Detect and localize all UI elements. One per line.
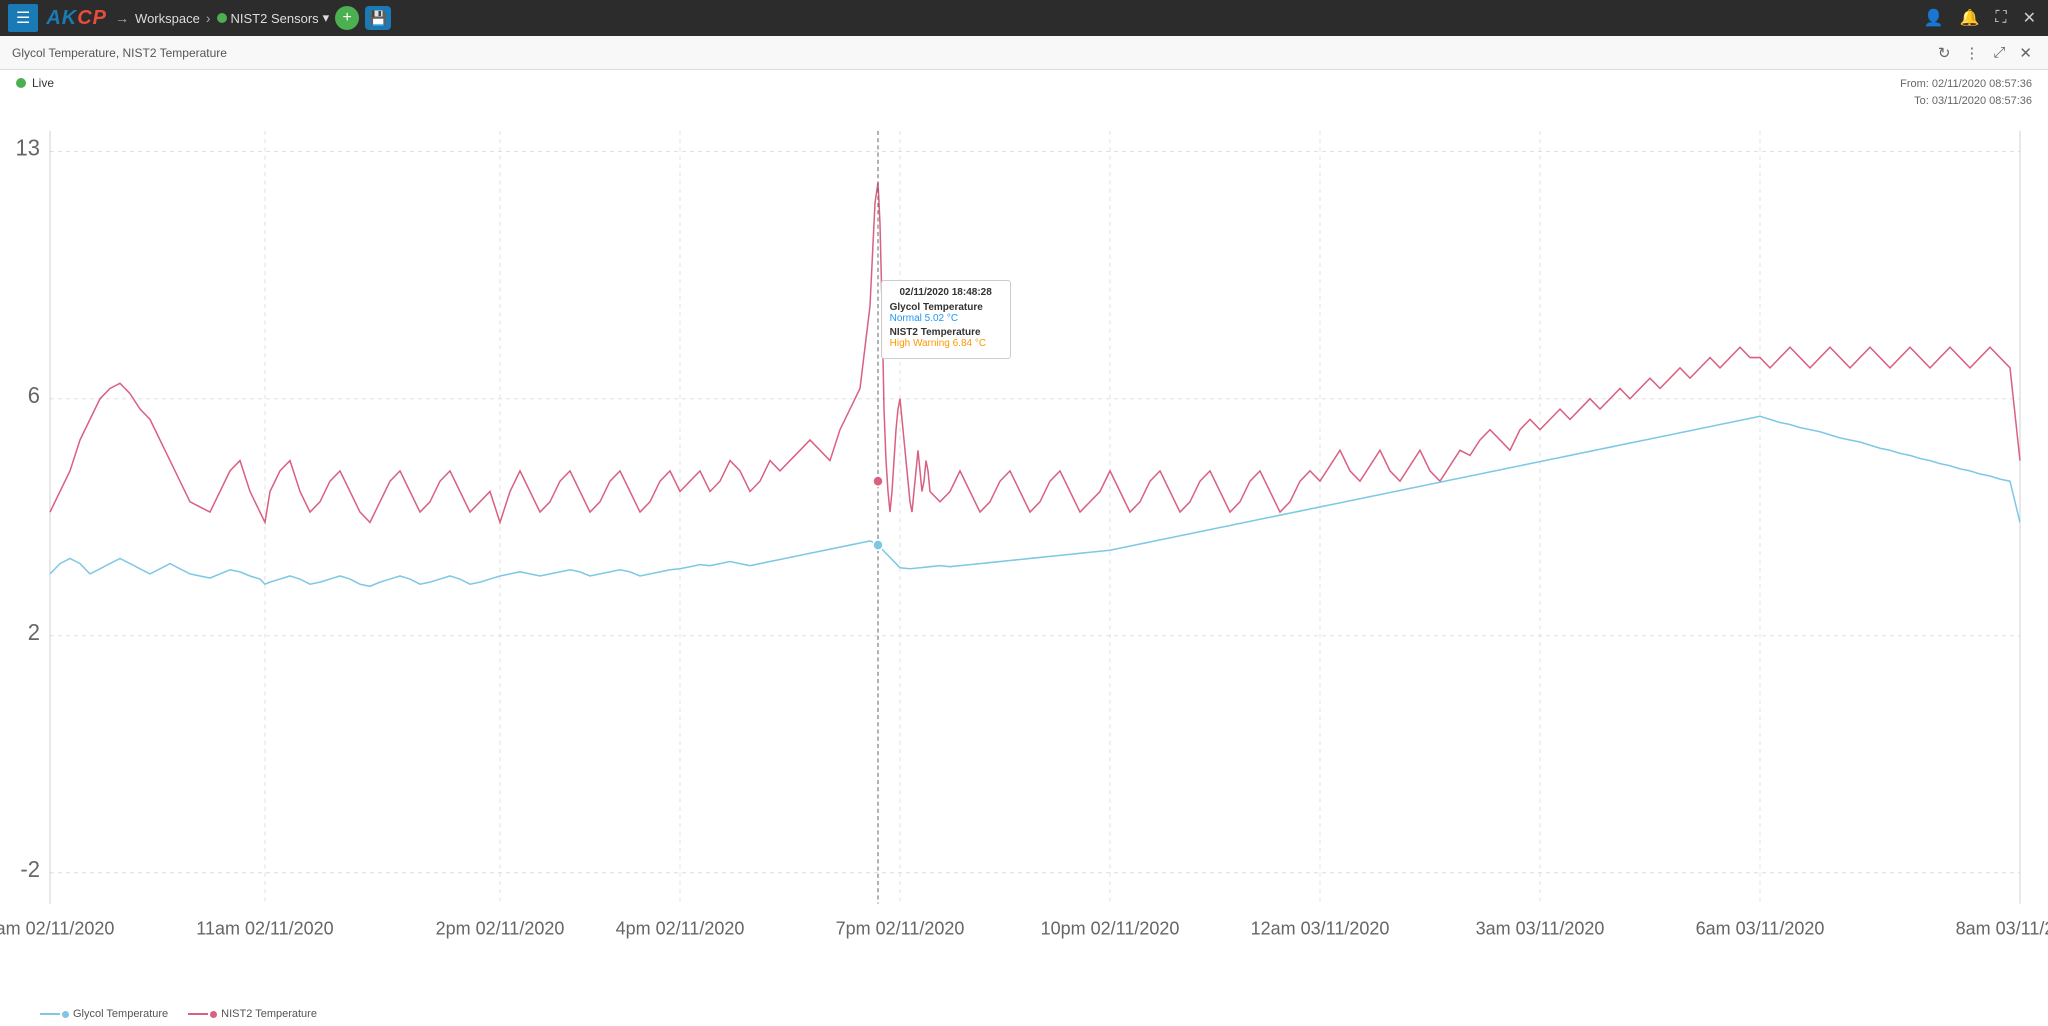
chart-header: Live (16, 76, 54, 90)
user-button[interactable]: 👤 (1920, 6, 1948, 30)
fullscreen-button[interactable]: ⛶ (1991, 7, 2010, 29)
svg-text:2pm 02/11/2020: 2pm 02/11/2020 (436, 917, 565, 938)
main-chart-svg[interactable]: 13 6 2 -2 8am 02/11/2020 11am 02/11/2020… (0, 100, 2048, 986)
svg-text:2: 2 (28, 620, 40, 645)
menu-button[interactable]: ☰ (8, 4, 38, 32)
glycol-tooltip-point (873, 540, 883, 550)
toolbar-actions: ↻ ⋮ ⤢ ✕ (1934, 42, 2036, 64)
svg-text:-2: -2 (20, 856, 40, 881)
save-icon: 💾 (369, 10, 386, 27)
nist2-line (50, 182, 2020, 522)
logo: AKCP (46, 7, 107, 30)
svg-text:12am 03/11/2020: 12am 03/11/2020 (1251, 917, 1390, 938)
close-chart-button[interactable]: ✕ (2015, 42, 2036, 64)
svg-text:10pm 02/11/2020: 10pm 02/11/2020 (1041, 917, 1180, 938)
nist2-legend-label: NIST2 Temperature (221, 1008, 317, 1020)
logo-cp: CP (77, 7, 107, 30)
svg-text:6: 6 (28, 383, 40, 408)
svg-text:6am 03/11/2020: 6am 03/11/2020 (1696, 917, 1825, 938)
more-options-button[interactable]: ⋮ (1960, 42, 1983, 64)
date-from: From: 02/11/2020 08:57:36 (1900, 76, 2032, 93)
breadcrumb-arrow: › (206, 10, 211, 26)
chart-container: Live From: 02/11/2020 08:57:36 To: 03/11… (0, 70, 2048, 1026)
window-close-button[interactable]: ✕ (2019, 6, 2040, 30)
chart-svg-wrapper[interactable]: 13 6 2 -2 8am 02/11/2020 11am 02/11/2020… (0, 100, 2048, 986)
legend-glycol: Glycol Temperature (40, 1008, 168, 1020)
svg-text:7pm 02/11/2020: 7pm 02/11/2020 (836, 917, 965, 938)
expand-chart-button[interactable]: ⤢ (1989, 42, 2009, 64)
sensor-name-label: NIST2 Sensors (231, 11, 319, 26)
sensor-status-dot (217, 13, 227, 23)
svg-text:8am 03/11/2020: 8am 03/11/2020 (1956, 917, 2048, 938)
svg-text:3am 03/11/2020: 3am 03/11/2020 (1476, 917, 1605, 938)
workspace-arrow-icon: → (115, 10, 129, 26)
svg-text:13: 13 (16, 135, 40, 160)
chart-title: Glycol Temperature, NIST2 Temperature (12, 46, 1926, 60)
svg-text:11am 02/11/2020: 11am 02/11/2020 (196, 917, 333, 938)
glycol-legend-label: Glycol Temperature (73, 1008, 168, 1020)
nist2-legend-line (188, 1013, 208, 1015)
glycol-legend-dot (62, 1011, 69, 1018)
nist2-tooltip-point (873, 476, 883, 486)
dropdown-icon: ▾ (323, 10, 330, 26)
nist2-legend-dot (210, 1011, 217, 1018)
workspace-label: Workspace (135, 11, 200, 26)
chart-legend: Glycol Temperature NIST2 Temperature (40, 1008, 317, 1020)
svg-text:4pm 02/11/2020: 4pm 02/11/2020 (616, 917, 745, 938)
title-bar: ☰ AKCP → Workspace › NIST2 Sensors ▾ + 💾… (0, 0, 2048, 36)
svg-text:8am 02/11/2020: 8am 02/11/2020 (0, 917, 114, 938)
legend-nist2-icon (188, 1011, 217, 1018)
legend-nist2: NIST2 Temperature (188, 1008, 317, 1020)
legend-glycol-icon (40, 1011, 69, 1018)
title-bar-actions: 👤 🔔 ⛶ ✕ (1920, 6, 2040, 30)
notifications-button[interactable]: 🔔 (1955, 6, 1983, 30)
breadcrumb: → Workspace › NIST2 Sensors ▾ + 💾 (115, 6, 391, 30)
add-button[interactable]: + (335, 6, 359, 30)
sensor-breadcrumb-button[interactable]: NIST2 Sensors ▾ (217, 10, 330, 26)
save-button[interactable]: 💾 (365, 6, 391, 30)
glycol-legend-line (40, 1013, 60, 1015)
refresh-button[interactable]: ↻ (1934, 42, 1955, 64)
logo-ak: AK (46, 7, 77, 30)
live-label: Live (32, 76, 54, 90)
toolbar: Glycol Temperature, NIST2 Temperature ↻ … (0, 36, 2048, 70)
live-dot (16, 78, 26, 88)
hamburger-icon: ☰ (16, 10, 30, 27)
glycol-line (50, 416, 2020, 586)
